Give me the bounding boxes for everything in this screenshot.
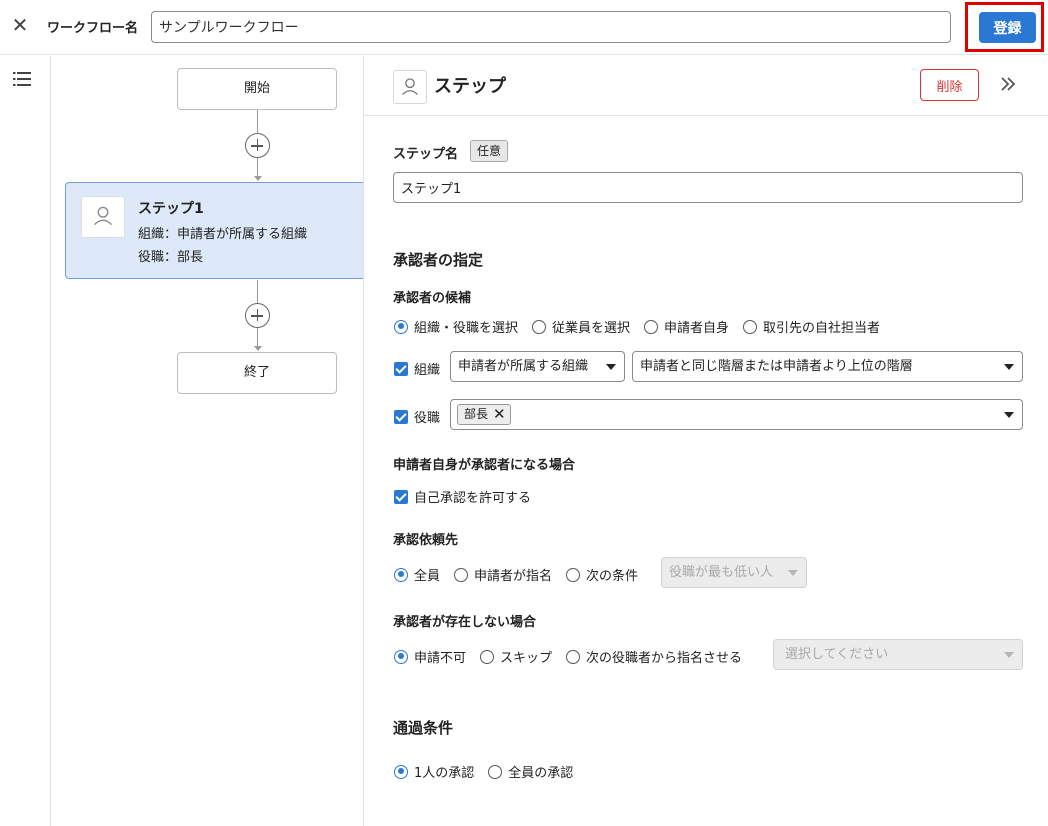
connector-line bbox=[257, 328, 258, 346]
pass-option-all[interactable]: 全員の承認 bbox=[488, 762, 573, 781]
org-select[interactable]: 申請者が所属する組織 bbox=[450, 351, 625, 382]
panel-title: ステップ bbox=[434, 76, 506, 97]
step-card[interactable]: ステップ1 組織：申請者が所属する組織 役職：部長 bbox=[65, 182, 365, 279]
radio-button[interactable] bbox=[480, 649, 495, 664]
pass-option-one[interactable]: 1人の承認 bbox=[394, 762, 474, 781]
remove-chip-icon[interactable]: ✕ bbox=[493, 405, 506, 424]
self-approval-label: 申請者自身が承認者になる場合 bbox=[393, 458, 576, 473]
checkbox[interactable] bbox=[394, 361, 408, 376]
request-target-label: 承認依頼先 bbox=[393, 533, 459, 548]
pass-radio-group: 1人の承認 全員の承認 bbox=[394, 762, 587, 781]
radio-button[interactable] bbox=[454, 567, 469, 582]
absent-option-skip[interactable]: スキップ bbox=[480, 647, 552, 666]
request-option-condition[interactable]: 次の条件 bbox=[566, 565, 638, 584]
absent-approver-label: 承認者が存在しない場合 bbox=[393, 615, 537, 630]
request-option-all[interactable]: 全員 bbox=[394, 565, 440, 584]
list-icon[interactable] bbox=[13, 72, 31, 86]
arrow-down-icon bbox=[254, 346, 262, 351]
close-icon[interactable]: ✕ bbox=[9, 14, 31, 36]
approver-section-title: 承認者の指定 bbox=[393, 251, 484, 269]
role-checkbox[interactable]: 役職 bbox=[394, 407, 440, 426]
request-condition-select: 役職が最も低い人 bbox=[661, 557, 807, 588]
panel-header: ステップ 削除 bbox=[364, 56, 1048, 116]
candidate-option-partner[interactable]: 取引先の自社担当者 bbox=[743, 317, 880, 336]
step-role: 役職：部長 bbox=[138, 250, 204, 265]
self-approval-checkbox[interactable]: 自己承認を許可する bbox=[394, 487, 531, 506]
caret-down-icon bbox=[1004, 364, 1014, 370]
candidate-option-self[interactable]: 申請者自身 bbox=[644, 317, 729, 336]
radio-button[interactable] bbox=[394, 567, 408, 582]
candidates-label: 承認者の候補 bbox=[393, 291, 472, 306]
radio-button[interactable] bbox=[743, 319, 758, 334]
user-icon bbox=[393, 70, 427, 104]
role-select[interactable]: 部長 ✕ bbox=[450, 399, 1023, 430]
radio-button[interactable] bbox=[488, 764, 503, 779]
add-step-button[interactable] bbox=[245, 303, 270, 328]
absent-radio-group: 申請不可 スキップ 次の役職者から指名させる bbox=[394, 647, 748, 666]
absent-option-nominate[interactable]: 次の役職者から指名させる bbox=[566, 647, 742, 666]
radio-button[interactable] bbox=[532, 319, 547, 334]
caret-down-icon bbox=[1004, 412, 1014, 418]
top-bar: ✕ ワークフロー名 登録 bbox=[0, 0, 1048, 55]
absent-option-deny[interactable]: 申請不可 bbox=[394, 647, 466, 666]
candidate-option-employee[interactable]: 従業員を選択 bbox=[532, 317, 630, 336]
checkbox[interactable] bbox=[394, 409, 408, 424]
connector-line bbox=[257, 158, 258, 176]
workflow-name-input[interactable] bbox=[151, 11, 951, 43]
checkbox[interactable] bbox=[394, 489, 408, 504]
candidate-option-org-role[interactable]: 組織・役職を選択 bbox=[394, 317, 518, 336]
request-radio-group: 全員 申請者が指名 次の条件 bbox=[394, 565, 644, 584]
add-step-button[interactable] bbox=[245, 133, 270, 158]
start-node[interactable]: 開始 bbox=[177, 68, 337, 110]
radio-button[interactable] bbox=[394, 649, 408, 664]
step-name-input[interactable] bbox=[393, 172, 1023, 203]
absent-role-select: 選択してください bbox=[773, 639, 1023, 670]
connector-line bbox=[257, 110, 258, 134]
caret-down-icon bbox=[606, 364, 616, 370]
radio-button[interactable] bbox=[566, 649, 581, 664]
step-title: ステップ1 bbox=[138, 201, 204, 217]
radio-button[interactable] bbox=[566, 567, 581, 582]
step-settings-panel: ステップ 削除 ステップ名 任意 承認者の指定 承認者の候補 組織・役職を選択 … bbox=[363, 56, 1048, 826]
radio-button[interactable] bbox=[644, 319, 659, 334]
side-rail bbox=[0, 56, 51, 826]
arrow-down-icon bbox=[254, 176, 262, 181]
flow-canvas: 開始 ステップ1 組織：申請者が所属する組織 役職：部長 終了 bbox=[51, 56, 365, 826]
pass-condition-title: 通過条件 bbox=[393, 719, 454, 737]
delete-button[interactable]: 削除 bbox=[920, 69, 979, 101]
double-chevron-right-icon[interactable] bbox=[997, 73, 1019, 95]
radio-button[interactable] bbox=[394, 319, 408, 334]
hierarchy-select[interactable]: 申請者と同じ階層または申請者より上位の階層 bbox=[632, 351, 1023, 382]
workflow-name-label: ワークフロー名 bbox=[47, 21, 139, 36]
role-chip: 部長 ✕ bbox=[457, 404, 511, 425]
candidate-radio-group: 組織・役職を選択 従業員を選択 申請者自身 取引先の自社担当者 bbox=[394, 317, 894, 336]
connector-line bbox=[257, 280, 258, 304]
end-node[interactable]: 終了 bbox=[177, 352, 337, 394]
optional-badge: 任意 bbox=[470, 140, 509, 162]
register-button[interactable]: 登録 bbox=[979, 12, 1036, 43]
caret-down-icon bbox=[788, 570, 798, 576]
request-option-applicant[interactable]: 申請者が指名 bbox=[454, 565, 552, 584]
org-checkbox[interactable]: 組織 bbox=[394, 359, 440, 378]
step-name-label: ステップ名 bbox=[393, 147, 459, 162]
step-org: 組織：申請者が所属する組織 bbox=[138, 227, 308, 242]
radio-button[interactable] bbox=[394, 764, 408, 779]
caret-down-icon bbox=[1004, 652, 1014, 658]
user-icon bbox=[81, 196, 125, 238]
